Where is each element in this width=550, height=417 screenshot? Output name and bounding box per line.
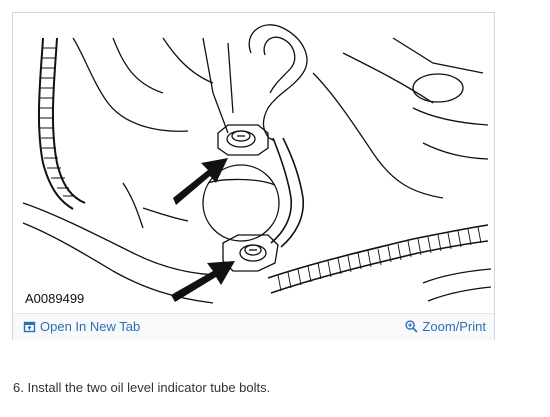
- illustration-card: A0089499 Open In New Tab Zoom/Print: [12, 12, 495, 340]
- zoom-print-button[interactable]: Zoom/Print: [405, 319, 486, 334]
- engine-illustration: [22, 24, 492, 304]
- zoom-print-label: Zoom/Print: [422, 319, 486, 334]
- zoom-magnifier-icon: [405, 320, 418, 333]
- figure-id-label: A0089499: [25, 291, 85, 306]
- illustration-toolbar: Open In New Tab Zoom/Print: [13, 313, 494, 340]
- open-in-new-tab-icon: [23, 321, 36, 333]
- step-instruction: 6. Install the two oil level indicator t…: [13, 380, 271, 395]
- open-in-new-tab-label: Open In New Tab: [40, 319, 141, 334]
- open-in-new-tab-button[interactable]: Open In New Tab: [23, 319, 140, 334]
